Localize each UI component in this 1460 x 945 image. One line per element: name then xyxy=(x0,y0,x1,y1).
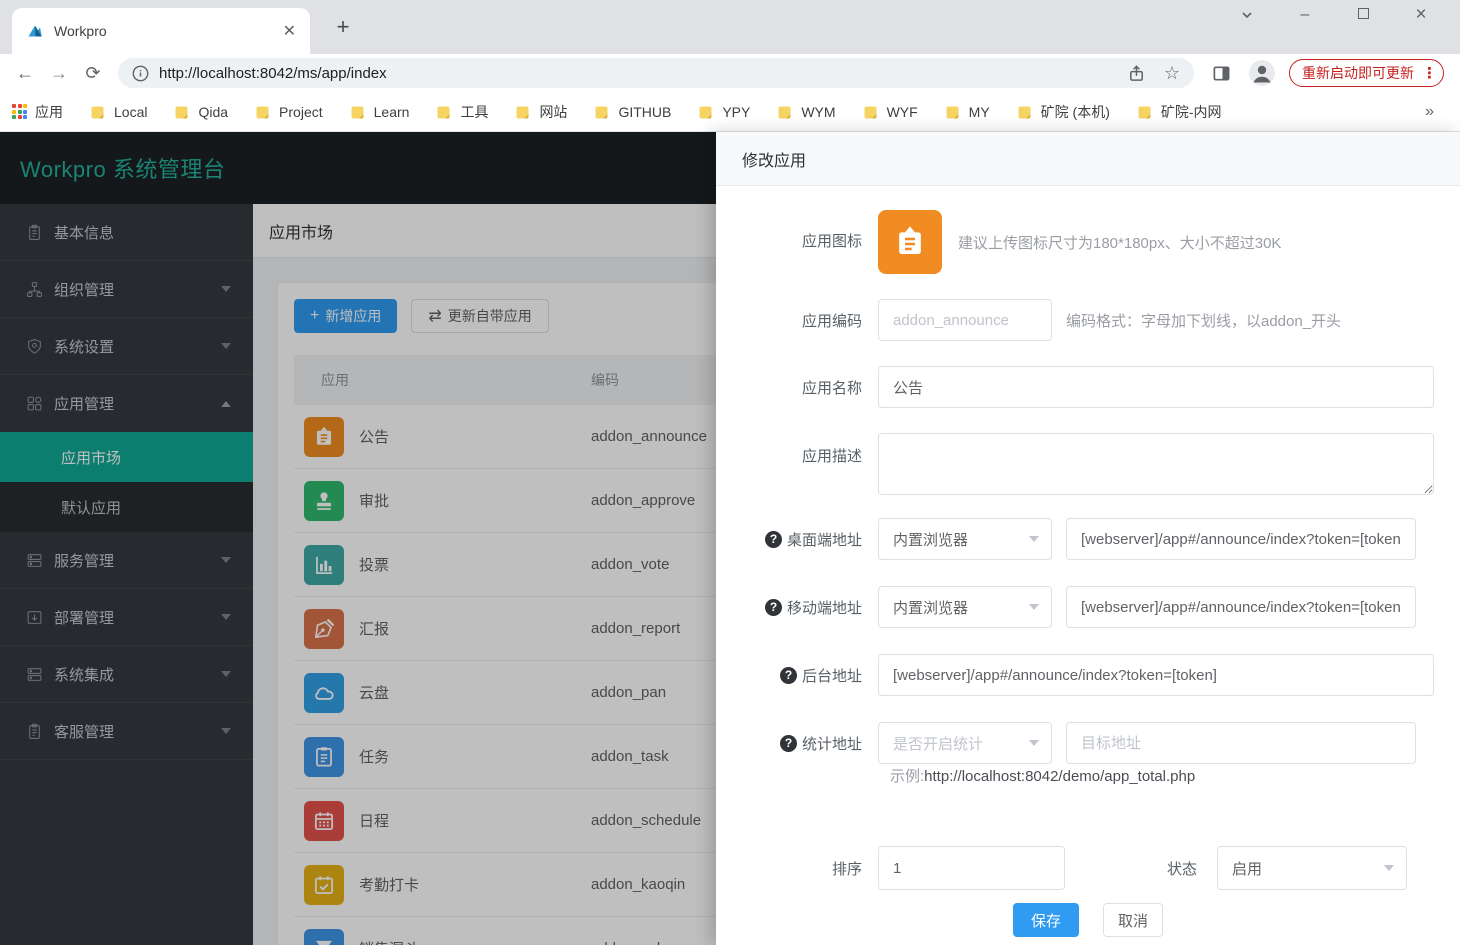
bookmark-folder[interactable]: Qida xyxy=(174,104,228,120)
chevron-down-icon xyxy=(1029,740,1039,746)
drawer-footer: 保存 取消 xyxy=(716,897,1460,945)
drawer-title: 修改应用 xyxy=(742,147,806,171)
apps-grid-icon xyxy=(12,104,27,119)
relaunch-to-update-button[interactable]: 重新启动即可更新 ⋮ xyxy=(1289,59,1444,87)
chevron-down-icon xyxy=(1029,604,1039,610)
app-icon-upload[interactable] xyxy=(878,210,942,274)
stats-target-input[interactable] xyxy=(1066,722,1416,764)
profile-avatar[interactable] xyxy=(1249,60,1275,86)
help-icon[interactable]: ? xyxy=(780,667,797,684)
url-text[interactable]: http://localhost:8042/ms/app/index xyxy=(159,65,387,82)
help-icon[interactable]: ? xyxy=(765,531,782,548)
field-label: 应用图标 xyxy=(716,210,878,251)
field-label: ?后台地址 xyxy=(716,665,878,686)
desktop-open-mode-select[interactable]: 内置浏览器 xyxy=(878,518,1052,560)
status-select[interactable]: 启用 xyxy=(1217,846,1407,890)
desktop-url-input[interactable] xyxy=(1066,518,1416,560)
tab-search-chevron-icon[interactable] xyxy=(1218,8,1276,22)
bookmark-folder[interactable]: 网站 xyxy=(515,102,567,122)
icon-upload-hint: 建议上传图标尺寸为180*180px、大小不超过30K xyxy=(958,232,1281,253)
form-row-sort-status: 排序 状态 启用 xyxy=(716,846,1460,890)
bookmark-folder[interactable]: Project xyxy=(255,104,323,120)
chevron-down-icon xyxy=(1384,865,1394,871)
app-name-input[interactable] xyxy=(878,366,1434,408)
app-description-textarea[interactable] xyxy=(878,433,1434,495)
field-label: 排序 xyxy=(716,858,878,879)
stats-enable-select[interactable]: 是否开启统计 xyxy=(878,722,1052,764)
bookmark-apps[interactable]: 应用 xyxy=(12,102,63,122)
backend-url-input[interactable] xyxy=(878,654,1434,696)
help-icon[interactable]: ? xyxy=(780,735,797,752)
drawer-body: 应用图标 建议上传图标尺寸为180*180px、大小不超过30K 应用编码 编码… xyxy=(716,186,1460,945)
address-bar[interactable]: http://localhost:8042/ms/app/index ☆ xyxy=(118,58,1194,88)
close-window-button[interactable]: × xyxy=(1392,4,1450,26)
form-row-name: 应用名称 xyxy=(716,366,1460,408)
bookmarks-bar: 应用 Local Qida Project Learn 工具 网站 GITHUB… xyxy=(0,92,1460,132)
form-row-icon: 应用图标 建议上传图标尺寸为180*180px、大小不超过30K xyxy=(716,210,1460,274)
field-label: 应用编码 xyxy=(716,310,878,331)
new-tab-button[interactable]: + xyxy=(328,14,358,40)
browser-tab[interactable]: Workpro ✕ xyxy=(12,8,310,54)
field-label: 应用名称 xyxy=(716,377,878,398)
mobile-open-mode-select[interactable]: 内置浏览器 xyxy=(878,586,1052,628)
modal-mask[interactable] xyxy=(0,132,716,945)
bookmark-folder[interactable]: WYF xyxy=(863,104,918,120)
bookmark-star-icon[interactable]: ☆ xyxy=(1164,63,1180,84)
drawer-header: 修改应用 xyxy=(716,132,1460,186)
field-label: ?桌面端地址 xyxy=(716,529,878,550)
field-label: 应用描述 xyxy=(716,433,878,466)
form-row-description: 应用描述 xyxy=(716,433,1460,495)
chevron-down-icon xyxy=(1029,536,1039,542)
form-row-backend-url: ?后台地址 xyxy=(716,654,1460,696)
relaunch-label: 重新启动即可更新 xyxy=(1302,63,1414,83)
app-code-input[interactable] xyxy=(878,299,1052,341)
bookmark-folder[interactable]: 矿院 (本机) xyxy=(1017,102,1110,122)
bookmark-folder[interactable]: GITHUB xyxy=(594,104,671,120)
side-panel-icon[interactable] xyxy=(1212,64,1231,83)
bookmark-folder[interactable]: Learn xyxy=(350,104,410,120)
form-row-desktop-url: ?桌面端地址 内置浏览器 xyxy=(716,518,1460,560)
bookmarks-overflow-chevron[interactable]: » xyxy=(1425,103,1434,121)
site-info-icon[interactable] xyxy=(132,65,149,82)
field-label: 状态 xyxy=(1167,858,1217,879)
browser-titlebar: Workpro ✕ + – × xyxy=(0,0,1460,54)
sort-input[interactable] xyxy=(878,846,1065,890)
form-row-code: 应用编码 编码格式：字母加下划线，以addon_开头 xyxy=(716,299,1460,341)
tab-title: Workpro xyxy=(54,23,107,39)
cancel-button[interactable]: 取消 xyxy=(1103,903,1163,937)
maximize-button[interactable] xyxy=(1334,6,1392,24)
browser-menu-icon[interactable]: ⋮ xyxy=(1422,64,1437,82)
bookmark-folder[interactable]: MY xyxy=(945,104,990,120)
stats-example-hint: 示例:http://localhost:8042/demo/app_total.… xyxy=(890,765,1460,785)
bookmark-folder[interactable]: Local xyxy=(90,104,147,120)
bookmark-folder[interactable]: WYM xyxy=(777,104,835,120)
bookmark-folder[interactable]: 工具 xyxy=(436,102,488,122)
form-row-mobile-url: ?移动端地址 内置浏览器 xyxy=(716,586,1460,628)
forward-button[interactable]: → xyxy=(42,63,76,84)
code-format-hint: 编码格式：字母加下划线，以addon_开头 xyxy=(1066,310,1341,331)
field-label: ?统计地址 xyxy=(716,733,878,754)
edit-app-drawer: 修改应用 应用图标 建议上传图标尺寸为180*180px、大小不超过30K 应用… xyxy=(716,132,1460,945)
share-icon[interactable] xyxy=(1127,64,1146,83)
page: Workpro 系统管理台 基本信息 组织管理 系统设置 xyxy=(0,132,1460,945)
favicon xyxy=(26,22,44,40)
back-button[interactable]: ← xyxy=(8,63,42,84)
minimize-button[interactable]: – xyxy=(1276,6,1334,24)
bookmark-folder[interactable]: YPY xyxy=(698,104,750,120)
bookmark-folder[interactable]: 矿院-内网 xyxy=(1137,102,1222,122)
field-label: ?移动端地址 xyxy=(716,597,878,618)
refresh-button[interactable]: ⟳ xyxy=(76,63,110,84)
app-main-region: Workpro 系统管理台 基本信息 组织管理 系统设置 xyxy=(0,132,716,945)
browser-toolbar: ← → ⟳ http://localhost:8042/ms/app/index… xyxy=(0,54,1460,92)
tab-close-icon[interactable]: ✕ xyxy=(283,21,296,41)
form-row-stats-url: ?统计地址 是否开启统计 xyxy=(716,722,1460,764)
save-button[interactable]: 保存 xyxy=(1013,903,1079,937)
help-icon[interactable]: ? xyxy=(765,599,782,616)
mobile-url-input[interactable] xyxy=(1066,586,1416,628)
